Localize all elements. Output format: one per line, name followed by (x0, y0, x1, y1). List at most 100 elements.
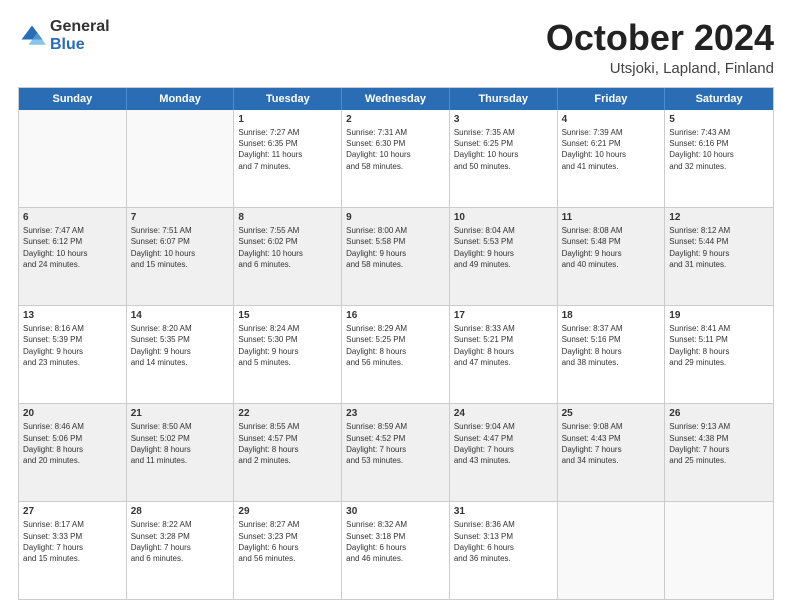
cell-line: Sunset: 5:06 PM (23, 433, 122, 444)
calendar-cell: 24Sunrise: 9:04 AMSunset: 4:47 PMDayligh… (450, 404, 558, 501)
cell-line: and 41 minutes. (562, 161, 661, 172)
cell-line: Daylight: 10 hours (454, 149, 553, 160)
cell-line: Sunset: 5:53 PM (454, 236, 553, 247)
day-number: 28 (131, 505, 230, 519)
cell-line: Sunrise: 8:37 AM (562, 323, 661, 334)
cell-line: and 6 minutes. (131, 553, 230, 564)
calendar-cell: 2Sunrise: 7:31 AMSunset: 6:30 PMDaylight… (342, 110, 450, 207)
calendar-row: 6Sunrise: 7:47 AMSunset: 6:12 PMDaylight… (19, 208, 773, 306)
cell-line: Sunset: 3:33 PM (23, 531, 122, 542)
day-number: 21 (131, 407, 230, 421)
cell-line: Sunset: 6:02 PM (238, 236, 337, 247)
cell-line: and 29 minutes. (669, 357, 769, 368)
cell-line: Sunset: 4:47 PM (454, 433, 553, 444)
day-number: 30 (346, 505, 445, 519)
cell-line: Sunset: 3:13 PM (454, 531, 553, 542)
calendar-cell: 9Sunrise: 8:00 AMSunset: 5:58 PMDaylight… (342, 208, 450, 305)
calendar-header: SundayMondayTuesdayWednesdayThursdayFrid… (19, 88, 773, 110)
cell-line: and 58 minutes. (346, 161, 445, 172)
logo-blue: Blue (50, 36, 110, 54)
day-number: 14 (131, 309, 230, 323)
calendar-cell: 29Sunrise: 8:27 AMSunset: 3:23 PMDayligh… (234, 502, 342, 599)
day-number: 12 (669, 211, 769, 225)
cell-line: and 14 minutes. (131, 357, 230, 368)
cell-line: Sunrise: 8:27 AM (238, 519, 337, 530)
cell-line: Daylight: 7 hours (669, 444, 769, 455)
cell-line: Sunset: 6:12 PM (23, 236, 122, 247)
page: General Blue October 2024 Utsjoki, Lapla… (0, 0, 792, 612)
cell-line: Daylight: 7 hours (346, 444, 445, 455)
cell-line: Daylight: 7 hours (562, 444, 661, 455)
day-number: 19 (669, 309, 769, 323)
calendar-body: 1Sunrise: 7:27 AMSunset: 6:35 PMDaylight… (19, 110, 773, 599)
cell-line: Daylight: 9 hours (346, 248, 445, 259)
cell-line: and 11 minutes. (131, 455, 230, 466)
cell-line: Daylight: 10 hours (238, 248, 337, 259)
calendar-cell: 27Sunrise: 8:17 AMSunset: 3:33 PMDayligh… (19, 502, 127, 599)
cell-line: Sunrise: 8:00 AM (346, 225, 445, 236)
cell-line: Sunset: 6:30 PM (346, 138, 445, 149)
calendar-cell: 10Sunrise: 8:04 AMSunset: 5:53 PMDayligh… (450, 208, 558, 305)
cell-line: Daylight: 8 hours (23, 444, 122, 455)
cell-line: Sunrise: 8:17 AM (23, 519, 122, 530)
cell-line: Daylight: 9 hours (23, 346, 122, 357)
calendar-cell: 19Sunrise: 8:41 AMSunset: 5:11 PMDayligh… (665, 306, 773, 403)
calendar-row: 13Sunrise: 8:16 AMSunset: 5:39 PMDayligh… (19, 306, 773, 404)
cell-line: Daylight: 10 hours (346, 149, 445, 160)
day-number: 29 (238, 505, 337, 519)
cell-line: Sunset: 5:25 PM (346, 334, 445, 345)
calendar-row: 1Sunrise: 7:27 AMSunset: 6:35 PMDaylight… (19, 110, 773, 208)
cell-line: Sunrise: 8:04 AM (454, 225, 553, 236)
cell-line: Daylight: 9 hours (562, 248, 661, 259)
cell-line: and 32 minutes. (669, 161, 769, 172)
logo-icon (18, 22, 46, 50)
cell-line: and 20 minutes. (23, 455, 122, 466)
cell-line: Sunrise: 7:51 AM (131, 225, 230, 236)
cell-line: Daylight: 8 hours (454, 346, 553, 357)
calendar-cell (127, 110, 235, 207)
cell-line: Sunset: 4:52 PM (346, 433, 445, 444)
cell-line: Sunset: 5:48 PM (562, 236, 661, 247)
cell-line: Daylight: 7 hours (131, 542, 230, 553)
cell-line: Daylight: 11 hours (238, 149, 337, 160)
cell-line: and 56 minutes. (346, 357, 445, 368)
day-number: 24 (454, 407, 553, 421)
cell-line: Daylight: 8 hours (669, 346, 769, 357)
cell-line: and 40 minutes. (562, 259, 661, 270)
month-title: October 2024 (546, 18, 774, 58)
cell-line: and 56 minutes. (238, 553, 337, 564)
cell-line: Sunrise: 7:31 AM (346, 127, 445, 138)
weekday-header: Saturday (665, 88, 773, 110)
weekday-header: Friday (558, 88, 666, 110)
day-number: 16 (346, 309, 445, 323)
calendar-cell: 14Sunrise: 8:20 AMSunset: 5:35 PMDayligh… (127, 306, 235, 403)
calendar: SundayMondayTuesdayWednesdayThursdayFrid… (18, 87, 774, 600)
calendar-cell: 1Sunrise: 7:27 AMSunset: 6:35 PMDaylight… (234, 110, 342, 207)
cell-line: Sunrise: 8:20 AM (131, 323, 230, 334)
cell-line: Daylight: 8 hours (131, 444, 230, 455)
calendar-cell: 8Sunrise: 7:55 AMSunset: 6:02 PMDaylight… (234, 208, 342, 305)
cell-line: and 49 minutes. (454, 259, 553, 270)
day-number: 22 (238, 407, 337, 421)
cell-line: and 36 minutes. (454, 553, 553, 564)
cell-line: Daylight: 10 hours (562, 149, 661, 160)
cell-line: Sunrise: 8:41 AM (669, 323, 769, 334)
calendar-cell: 31Sunrise: 8:36 AMSunset: 3:13 PMDayligh… (450, 502, 558, 599)
cell-line: Daylight: 6 hours (238, 542, 337, 553)
cell-line: and 50 minutes. (454, 161, 553, 172)
day-number: 7 (131, 211, 230, 225)
cell-line: and 34 minutes. (562, 455, 661, 466)
cell-line: Sunset: 5:11 PM (669, 334, 769, 345)
weekday-header: Tuesday (234, 88, 342, 110)
cell-line: Sunset: 3:23 PM (238, 531, 337, 542)
weekday-header: Monday (127, 88, 235, 110)
cell-line: Sunrise: 9:04 AM (454, 421, 553, 432)
cell-line: and 5 minutes. (238, 357, 337, 368)
cell-line: Sunset: 6:07 PM (131, 236, 230, 247)
cell-line: Daylight: 8 hours (238, 444, 337, 455)
cell-line: Daylight: 9 hours (131, 346, 230, 357)
calendar-cell: 28Sunrise: 8:22 AMSunset: 3:28 PMDayligh… (127, 502, 235, 599)
cell-line: Sunrise: 8:50 AM (131, 421, 230, 432)
day-number: 20 (23, 407, 122, 421)
weekday-header: Sunday (19, 88, 127, 110)
